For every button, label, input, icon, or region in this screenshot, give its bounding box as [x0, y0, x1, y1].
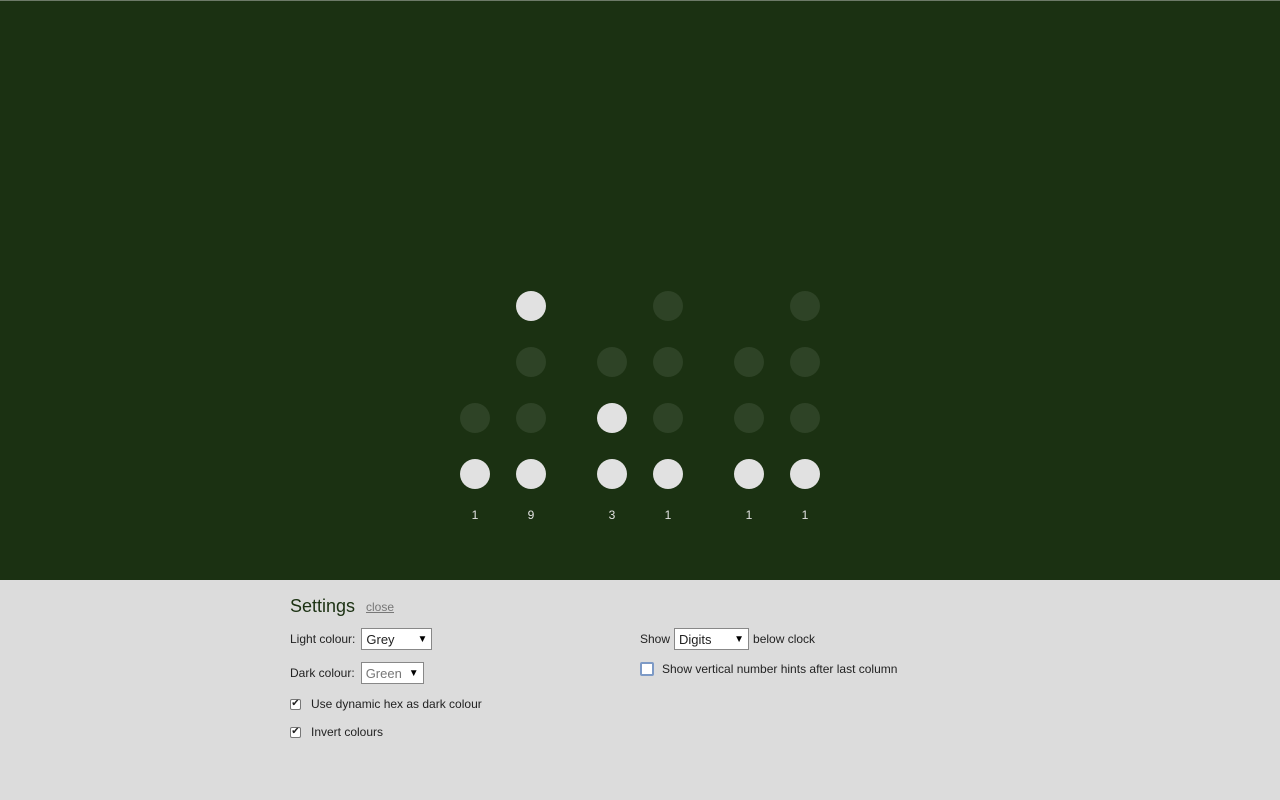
- column-digit: 9: [527, 508, 535, 522]
- dynamic-hex-checkbox[interactable]: ✔: [290, 698, 301, 710]
- dropdown-arrow-icon: ▼: [734, 633, 745, 645]
- show-row: Show Digits ▼ below clock: [640, 628, 815, 650]
- vertical-hints-label: Show vertical number hints after last co…: [662, 662, 898, 676]
- clock-column: 1: [653, 281, 709, 531]
- bit-dot: [734, 403, 764, 433]
- bit-dot: [653, 459, 683, 489]
- settings-title: Settings: [290, 596, 356, 616]
- dark-colour-label: Dark colour:: [290, 666, 355, 680]
- bit-dot: [516, 403, 546, 433]
- show-select[interactable]: Digits ▼: [674, 628, 750, 650]
- bit-dot: [790, 403, 820, 433]
- vertical-hints-checkbox[interactable]: [640, 662, 654, 676]
- column-digit: 1: [664, 508, 672, 522]
- bit-dot: [653, 347, 683, 377]
- bit-dot: [790, 347, 820, 377]
- light-colour-label: Light colour:: [290, 632, 356, 646]
- bit-dot: [734, 459, 764, 489]
- bit-dot: [597, 347, 627, 377]
- vertical-hints-row: Show vertical number hints after last co…: [640, 662, 897, 676]
- show-value: Digits: [679, 631, 712, 647]
- bit-dot: [734, 347, 764, 377]
- close-link[interactable]: close: [366, 600, 394, 614]
- bit-dot: [516, 291, 546, 321]
- binary-clock: 1 9 3 1 1 1: [0, 0, 1280, 580]
- bit-dot: [790, 291, 820, 321]
- light-colour-select[interactable]: Grey ▼: [361, 628, 433, 650]
- light-colour-row: Light colour: Grey ▼: [290, 628, 433, 650]
- show-prefix: Show: [640, 632, 671, 646]
- dropdown-arrow-icon: ▼: [408, 667, 419, 679]
- bit-dot: [653, 403, 683, 433]
- column-digit: 1: [801, 508, 809, 522]
- dynamic-hex-label: Use dynamic hex as dark colour: [311, 697, 482, 711]
- bit-dot: [597, 403, 627, 433]
- dark-colour-row: Dark colour: Green ▼: [290, 662, 424, 684]
- bit-dot: [460, 459, 490, 489]
- clock-column: 1: [734, 281, 790, 531]
- clock-column: 1: [790, 281, 846, 531]
- settings-panel: Settings close Light colour: Grey ▼ Dark…: [0, 580, 1280, 800]
- clock-column: 1: [460, 281, 516, 531]
- invert-row: ✔ Invert colours: [290, 725, 383, 739]
- bit-dot: [460, 403, 490, 433]
- light-colour-value: Grey: [366, 631, 395, 647]
- column-digit: 1: [471, 508, 479, 522]
- show-suffix: below clock: [753, 632, 816, 646]
- dropdown-arrow-icon: ▼: [417, 633, 428, 645]
- bit-dot: [790, 459, 820, 489]
- dark-colour-select[interactable]: Green ▼: [360, 662, 424, 684]
- invert-checkbox[interactable]: ✔: [290, 726, 301, 738]
- bit-dot: [516, 459, 546, 489]
- column-digit: 3: [608, 508, 616, 522]
- bit-dot: [653, 291, 683, 321]
- bit-dot: [597, 459, 627, 489]
- clock-column: 9: [516, 281, 572, 531]
- clock-column: 3: [597, 281, 653, 531]
- column-digit: 1: [745, 508, 753, 522]
- dark-colour-value: Green: [365, 665, 402, 681]
- dynamic-hex-row: ✔ Use dynamic hex as dark colour: [290, 697, 482, 711]
- bit-dot: [516, 347, 546, 377]
- invert-label: Invert colours: [311, 725, 384, 739]
